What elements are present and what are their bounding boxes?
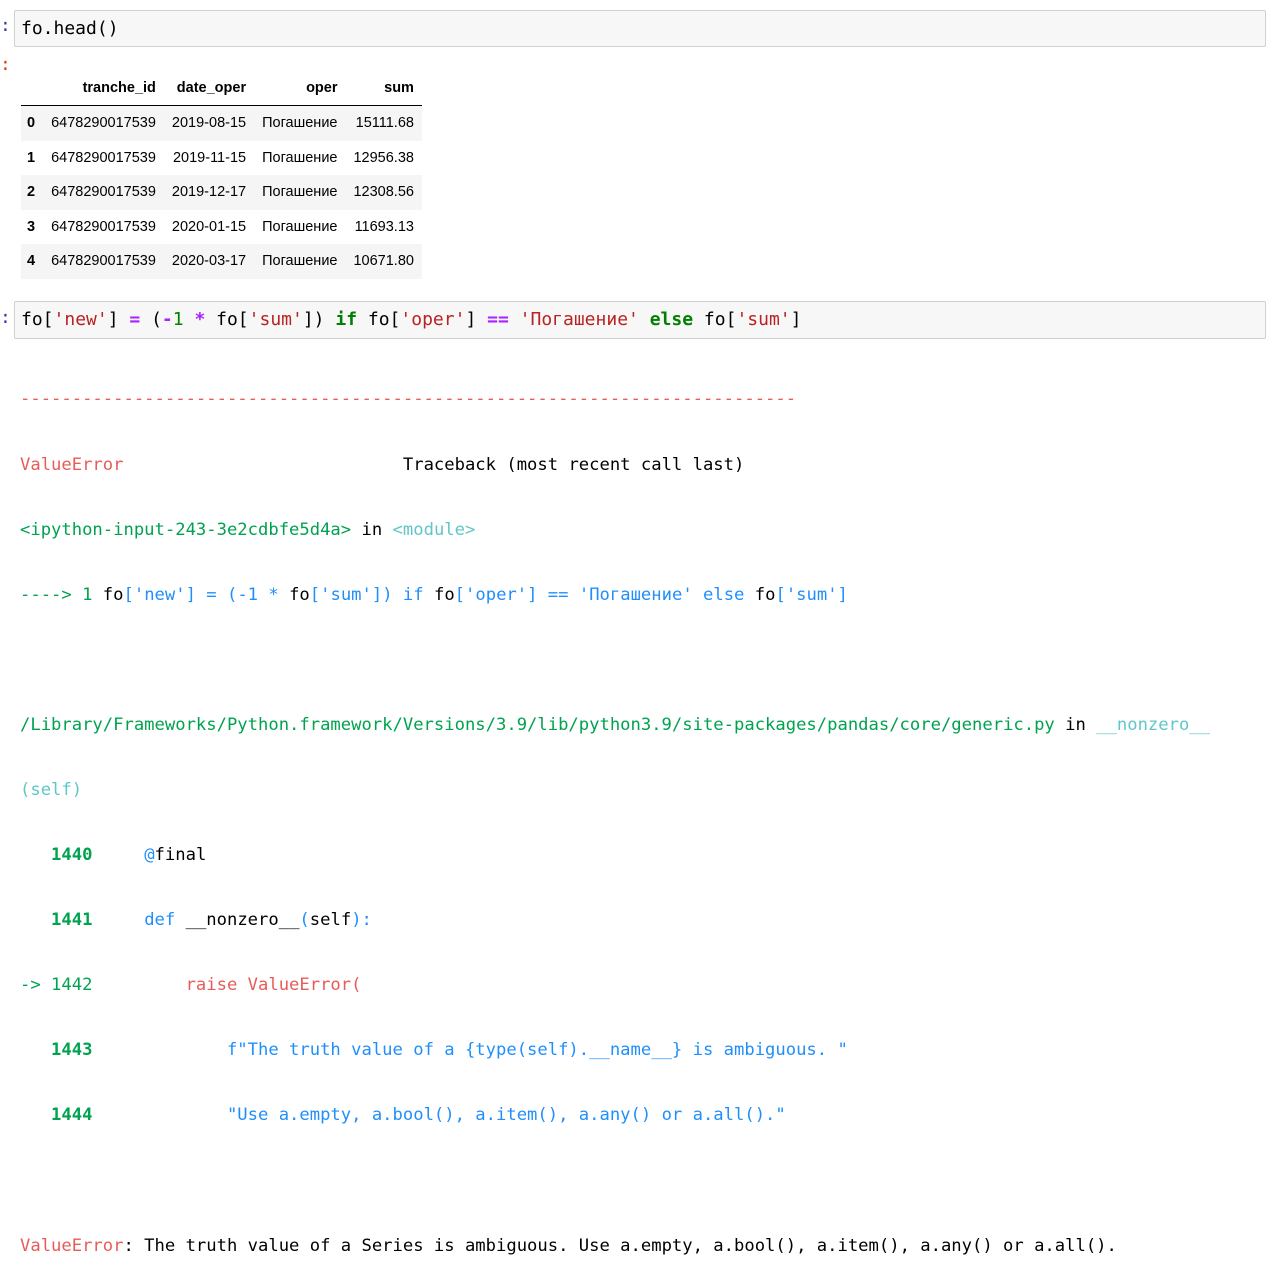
dataframe-table: tranche_id date_oper oper sum 0 64782900… [21, 70, 422, 279]
cell-sum: 15111.68 [355, 115, 414, 132]
traceback-output: ----------------------------------------… [20, 346, 1270, 1279]
table-row: 2 6478290017539 2019-12-17 Погашение 123… [21, 175, 422, 210]
traceback-header: ValueError Traceback (most recent call l… [20, 454, 745, 475]
traceback-line-1443: 1443 f"The truth value of a {type(self).… [20, 1040, 848, 1061]
traceback-line-1440: 1440 @final [20, 845, 207, 866]
traceback-line-1442: -> 1442 raise ValueError( [20, 975, 362, 996]
cell-oper: Погашение [262, 253, 338, 270]
cell-oper: Погашение [262, 115, 338, 132]
column-header-tranche-id: tranche_id [43, 70, 164, 106]
traceback-frame-1: <ipython-input-243-3e2cdbfe5d4a> in <mod… [20, 519, 476, 540]
traceback-blank [20, 650, 1270, 672]
traceback-frame-1-code: ----> 1 fo['new'] = (-1 * fo['sum']) if … [20, 584, 848, 605]
row-index: 1 [27, 149, 36, 166]
column-header-date-oper: date_oper [163, 70, 255, 106]
cell-sum: 10671.80 [353, 253, 414, 270]
cell-sum: 12956.38 [353, 149, 414, 166]
traceback-blank [20, 1171, 1270, 1193]
table-row: 1 6478290017539 2019-11-15 Погашение 129… [21, 141, 422, 176]
traceback-line-1444: 1444 "Use a.empty, a.bool(), a.item(), a… [20, 1105, 786, 1126]
row-index: 2 [27, 184, 36, 201]
cell-sum: 11693.13 [354, 218, 414, 235]
cell-tranche-id: 6478290017539 [51, 184, 156, 201]
traceback-final-error: ValueError: The truth value of a Series … [20, 1235, 1117, 1256]
row-index: 3 [27, 218, 36, 235]
cell-date-oper: 2019-11-15 [172, 149, 247, 166]
table-row: 3 6478290017539 2020-01-15 Погашение 116… [21, 210, 422, 245]
table-row: 4 6478290017539 2020-03-17 Погашение 106… [21, 244, 422, 279]
cell-oper: Погашение [262, 184, 338, 201]
row-index: 0 [27, 115, 36, 132]
code-cell-input[interactable]: fo.head() [14, 10, 1266, 47]
cell-date-oper: 2019-08-15 [171, 115, 247, 132]
cell-date-oper: 2020-03-17 [171, 253, 247, 270]
cell-oper: Погашение [262, 149, 338, 166]
column-header-index [21, 70, 44, 106]
output-prompt: : [0, 54, 11, 75]
cell-date-oper: 2020-01-15 [171, 218, 247, 235]
cell-prompt: : [0, 307, 11, 328]
code-line: fo.head() [21, 18, 119, 39]
cell-prompt: : [0, 15, 11, 36]
row-index: 4 [27, 253, 36, 270]
cell-tranche-id: 6478290017539 [51, 149, 156, 166]
cell-oper: Погашение [262, 218, 338, 235]
traceback-frame-2: /Library/Frameworks/Python.framework/Ver… [20, 714, 1211, 735]
column-header-oper: oper [254, 70, 346, 106]
table-row: 0 6478290017539 2019-08-15 Погашение 151… [21, 105, 422, 141]
cell-sum: 12308.56 [353, 184, 414, 201]
column-header-sum: sum [345, 70, 422, 106]
traceback-line-1441: 1441 def __nonzero__(self): [20, 910, 372, 931]
cell-tranche-id: 6478290017539 [51, 218, 156, 235]
traceback-separator: ----------------------------------------… [20, 389, 797, 410]
code-line: fo['new'] = (-1 * fo['sum']) if fo['oper… [21, 309, 802, 330]
table-header-row: tranche_id date_oper oper sum [21, 70, 422, 106]
cell-tranche-id: 6478290017539 [51, 253, 156, 270]
cell-tranche-id: 6478290017539 [51, 115, 156, 132]
cell-date-oper: 2019-12-17 [171, 184, 247, 201]
code-cell-input[interactable]: fo['new'] = (-1 * fo['sum']) if fo['oper… [14, 301, 1266, 339]
traceback-frame-2-args: (self) [20, 779, 83, 800]
